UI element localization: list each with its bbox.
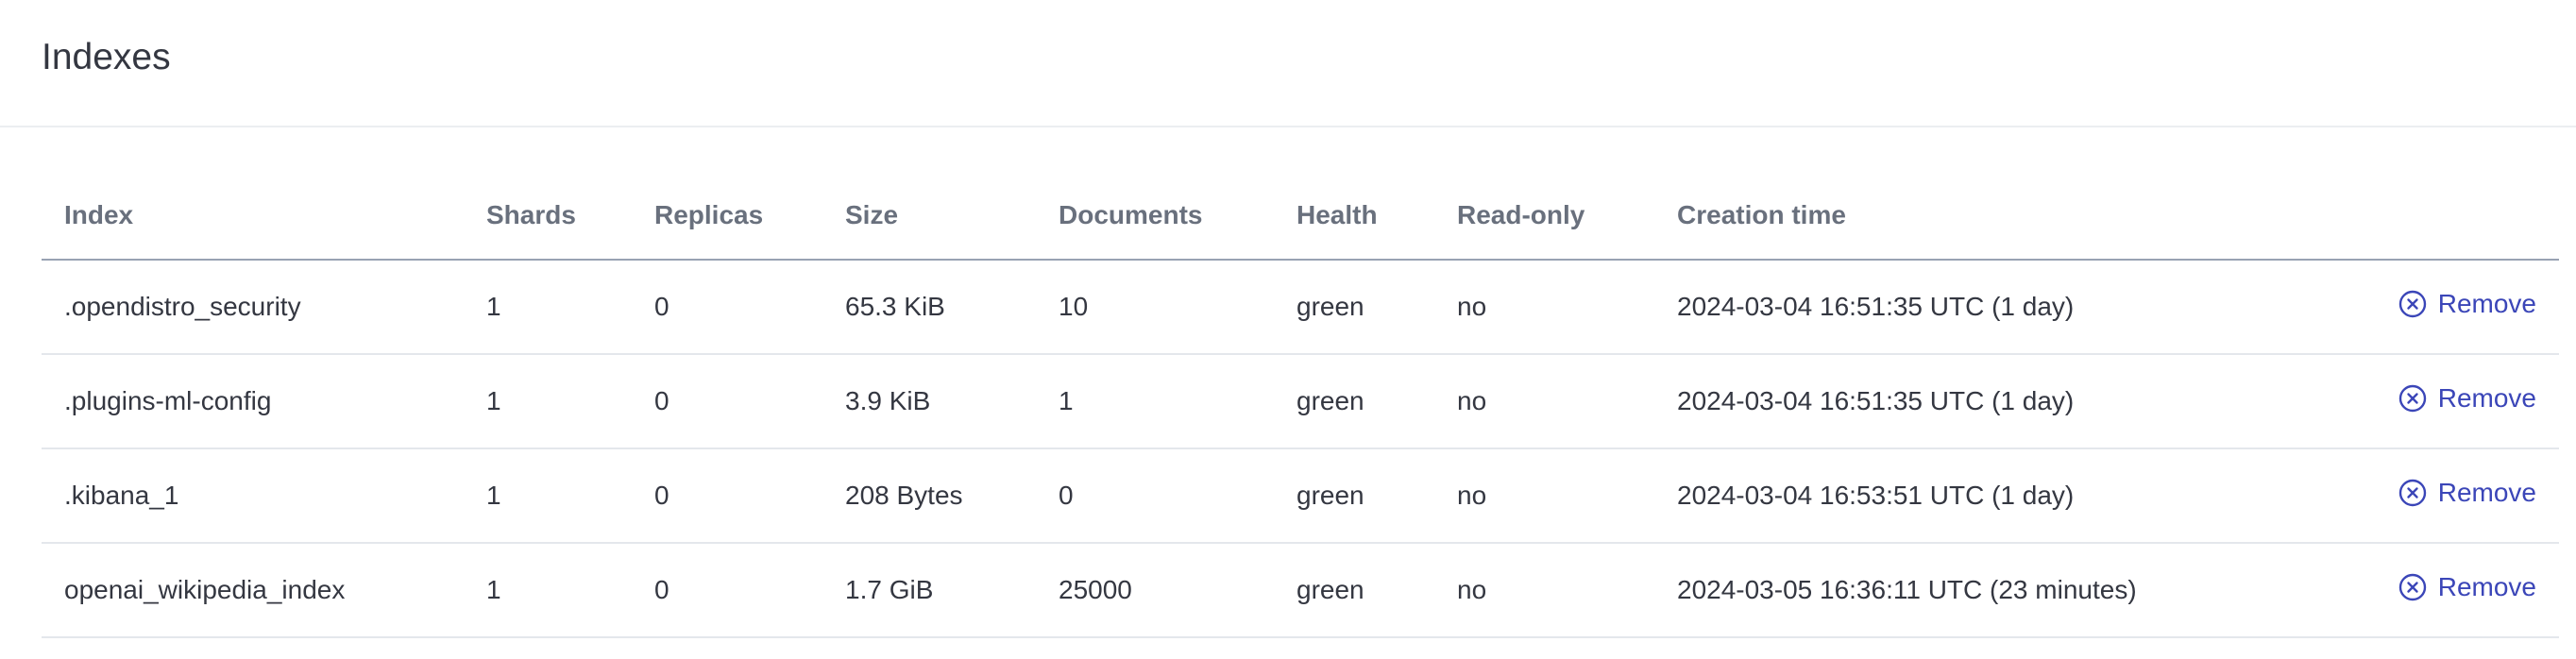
cell-actions: Remove <box>2221 448 2559 544</box>
cell-creation-time: 2024-03-04 16:51:35 UTC (1 day) <box>1654 260 2221 355</box>
circle-x-icon <box>2398 573 2427 601</box>
circle-x-icon <box>2398 479 2427 507</box>
cell-read-only: no <box>1434 543 1654 638</box>
column-header-read-only[interactable]: Read-only <box>1434 172 1654 261</box>
cell-size: 3.9 KiB <box>822 354 1036 449</box>
cell-creation-time: 2024-03-04 16:53:51 UTC (1 day) <box>1654 448 2221 544</box>
remove-button[interactable]: Remove <box>2398 478 2536 508</box>
cell-creation-time: 2024-03-05 16:36:11 UTC (23 minutes) <box>1654 543 2221 638</box>
column-header-shards[interactable]: Shards <box>464 172 632 261</box>
cell-size: 65.3 KiB <box>822 260 1036 355</box>
cell-size: 1.7 GiB <box>822 543 1036 638</box>
cell-documents: 25000 <box>1036 543 1274 638</box>
column-header-documents[interactable]: Documents <box>1036 172 1274 261</box>
remove-button-label: Remove <box>2437 289 2536 318</box>
cell-replicas: 0 <box>632 354 822 449</box>
cell-shards: 1 <box>464 354 632 449</box>
cell-read-only: no <box>1434 260 1654 355</box>
column-header-creation-time[interactable]: Creation time <box>1654 172 2221 261</box>
column-header-replicas[interactable]: Replicas <box>632 172 822 261</box>
cell-documents: 1 <box>1036 354 1274 449</box>
cell-shards: 1 <box>464 543 632 638</box>
cell-creation-time: 2024-03-04 16:51:35 UTC (1 day) <box>1654 354 2221 449</box>
cell-shards: 1 <box>464 448 632 544</box>
column-header-health[interactable]: Health <box>1274 172 1434 261</box>
cell-read-only: no <box>1434 354 1654 449</box>
page-header: Indexes <box>0 0 2576 127</box>
remove-button-label: Remove <box>2437 478 2536 507</box>
cell-documents: 10 <box>1036 260 1274 355</box>
cell-replicas: 0 <box>632 448 822 544</box>
cell-read-only: no <box>1434 448 1654 544</box>
column-header-actions <box>2221 172 2559 261</box>
cell-documents: 0 <box>1036 448 1274 544</box>
cell-health: green <box>1274 543 1434 638</box>
column-header-size[interactable]: Size <box>822 172 1036 261</box>
remove-button[interactable]: Remove <box>2398 289 2536 319</box>
table-body: .opendistro_security 1 0 65.3 KiB 10 gre… <box>42 260 2559 638</box>
cell-actions: Remove <box>2221 354 2559 449</box>
indexes-table-container: Index Shards Replicas Size Documents Hea… <box>42 172 2559 638</box>
cell-health: green <box>1274 354 1434 449</box>
table-header: Index Shards Replicas Size Documents Hea… <box>42 172 2559 261</box>
cell-health: green <box>1274 260 1434 355</box>
remove-button-label: Remove <box>2437 383 2536 413</box>
header-row: Index Shards Replicas Size Documents Hea… <box>42 172 2559 261</box>
cell-actions: Remove <box>2221 543 2559 638</box>
cell-shards: 1 <box>464 260 632 355</box>
table-row: openai_wikipedia_index 1 0 1.7 GiB 25000… <box>42 543 2559 638</box>
cell-replicas: 0 <box>632 543 822 638</box>
cell-index: .kibana_1 <box>42 448 464 544</box>
cell-actions: Remove <box>2221 260 2559 355</box>
cell-size: 208 Bytes <box>822 448 1036 544</box>
table-row: .plugins-ml-config 1 0 3.9 KiB 1 green n… <box>42 354 2559 449</box>
remove-button[interactable]: Remove <box>2398 383 2536 414</box>
remove-button-label: Remove <box>2437 572 2536 601</box>
column-header-index[interactable]: Index <box>42 172 464 261</box>
table-row: .opendistro_security 1 0 65.3 KiB 10 gre… <box>42 260 2559 355</box>
cell-index: .plugins-ml-config <box>42 354 464 449</box>
page-title: Indexes <box>42 37 171 77</box>
remove-button[interactable]: Remove <box>2398 572 2536 602</box>
circle-x-icon <box>2398 290 2427 318</box>
cell-health: green <box>1274 448 1434 544</box>
cell-index: .opendistro_security <box>42 260 464 355</box>
circle-x-icon <box>2398 384 2427 413</box>
indexes-table: Index Shards Replicas Size Documents Hea… <box>42 172 2559 638</box>
cell-index: openai_wikipedia_index <box>42 543 464 638</box>
table-row: .kibana_1 1 0 208 Bytes 0 green no 2024-… <box>42 448 2559 544</box>
cell-replicas: 0 <box>632 260 822 355</box>
